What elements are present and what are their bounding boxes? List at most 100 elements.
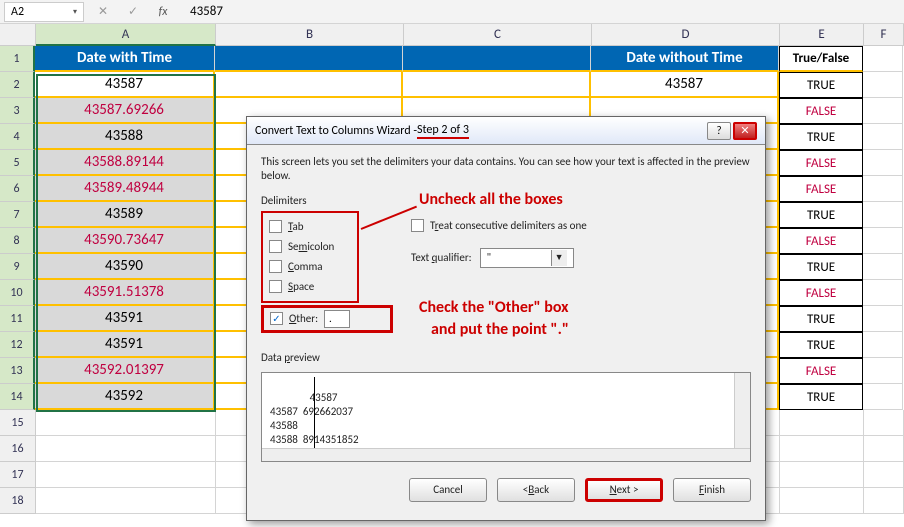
- cell[interactable]: FALSE: [779, 358, 863, 384]
- cell[interactable]: [863, 98, 903, 124]
- cell[interactable]: FALSE: [779, 176, 863, 202]
- dialog-titlebar[interactable]: Convert Text to Columns Wizard - Step 2 …: [247, 117, 765, 145]
- cell[interactable]: 43592: [35, 384, 215, 410]
- row-header[interactable]: 16: [0, 436, 36, 462]
- cell[interactable]: [780, 488, 864, 514]
- cell[interactable]: [863, 228, 903, 254]
- cell[interactable]: FALSE: [779, 98, 863, 124]
- cell[interactable]: 43591: [35, 332, 215, 358]
- cell[interactable]: TRUE: [779, 202, 863, 228]
- cell[interactable]: FALSE: [779, 228, 863, 254]
- col-header-C[interactable]: C: [404, 24, 592, 46]
- col-header-B[interactable]: B: [216, 24, 404, 46]
- cell[interactable]: 43592.01397: [35, 358, 215, 384]
- tab-checkbox[interactable]: [269, 220, 282, 233]
- qualifier-select[interactable]: " ▼: [480, 248, 574, 268]
- cell[interactable]: [215, 72, 403, 98]
- row-header[interactable]: 17: [0, 462, 36, 488]
- cell[interactable]: TRUE: [779, 384, 863, 410]
- cell[interactable]: [863, 176, 903, 202]
- cell[interactable]: 43590.73647: [35, 228, 215, 254]
- finish-button[interactable]: Finish: [673, 478, 751, 502]
- cell[interactable]: [863, 280, 903, 306]
- cell-A1[interactable]: Date with Time: [35, 46, 215, 72]
- cell[interactable]: [863, 124, 903, 150]
- cell[interactable]: [36, 436, 216, 462]
- cell[interactable]: [403, 72, 591, 98]
- cell-D1[interactable]: Date without Time: [591, 46, 779, 72]
- cell[interactable]: [863, 150, 903, 176]
- next-button[interactable]: Next >: [585, 478, 663, 502]
- cell[interactable]: [864, 488, 904, 514]
- cell-B1[interactable]: [215, 46, 403, 72]
- row-header[interactable]: 11: [0, 306, 35, 332]
- formula-value[interactable]: 43587: [182, 4, 900, 19]
- row-header[interactable]: 2: [0, 72, 35, 98]
- cell[interactable]: TRUE: [779, 254, 863, 280]
- dropdown-icon[interactable]: ▼: [551, 250, 567, 266]
- preview-hscrollbar[interactable]: [262, 448, 750, 462]
- semicolon-checkbox[interactable]: [269, 240, 282, 253]
- fx-icon[interactable]: fx: [152, 1, 174, 23]
- cell[interactable]: [780, 410, 864, 436]
- cell[interactable]: TRUE: [779, 306, 863, 332]
- space-checkbox[interactable]: [269, 280, 282, 293]
- cell[interactable]: 43587: [35, 72, 215, 98]
- cell[interactable]: [864, 410, 904, 436]
- row-header[interactable]: 1: [0, 46, 35, 72]
- cell[interactable]: [863, 254, 903, 280]
- cell-E1[interactable]: True/False: [779, 46, 863, 72]
- help-button[interactable]: ?: [707, 122, 731, 140]
- cell[interactable]: [863, 358, 903, 384]
- cell[interactable]: [36, 488, 216, 514]
- col-header-D[interactable]: D: [592, 24, 780, 46]
- cell[interactable]: 43587.69266: [35, 98, 215, 124]
- name-box[interactable]: A2 ▾: [4, 2, 84, 22]
- cell[interactable]: 43588.89144: [35, 150, 215, 176]
- row-header[interactable]: 6: [0, 176, 35, 202]
- cell[interactable]: 43589: [35, 202, 215, 228]
- row-header[interactable]: 4: [0, 124, 35, 150]
- row-header[interactable]: 7: [0, 202, 35, 228]
- back-button[interactable]: < Back: [497, 478, 575, 502]
- row-header[interactable]: 14: [0, 384, 35, 410]
- cell[interactable]: [863, 332, 903, 358]
- cell[interactable]: [36, 410, 216, 436]
- cell[interactable]: FALSE: [779, 150, 863, 176]
- row-header[interactable]: 18: [0, 488, 36, 514]
- cell[interactable]: [864, 462, 904, 488]
- col-header-A[interactable]: A: [36, 24, 216, 46]
- row-header[interactable]: 3: [0, 98, 35, 124]
- row-header[interactable]: 13: [0, 358, 35, 384]
- col-header-F[interactable]: F: [864, 24, 904, 46]
- cell[interactable]: TRUE: [779, 124, 863, 150]
- cell[interactable]: 43587: [591, 72, 779, 98]
- consecutive-checkbox[interactable]: [411, 219, 424, 232]
- col-header-E[interactable]: E: [780, 24, 864, 46]
- row-header[interactable]: 8: [0, 228, 35, 254]
- dropdown-icon[interactable]: ▾: [73, 7, 77, 17]
- cell[interactable]: [36, 462, 216, 488]
- cell[interactable]: [780, 436, 864, 462]
- row-header[interactable]: 15: [0, 410, 36, 436]
- cell[interactable]: TRUE: [779, 72, 863, 98]
- cell[interactable]: 43588: [35, 124, 215, 150]
- cell[interactable]: TRUE: [779, 332, 863, 358]
- comma-checkbox[interactable]: [269, 260, 282, 273]
- other-checkbox[interactable]: ✓: [270, 312, 283, 325]
- cell-C1[interactable]: [403, 46, 591, 72]
- cell[interactable]: [863, 384, 903, 410]
- cell[interactable]: 43590: [35, 254, 215, 280]
- cell[interactable]: 43589.48944: [35, 176, 215, 202]
- cell[interactable]: FALSE: [779, 280, 863, 306]
- row-header[interactable]: 12: [0, 332, 35, 358]
- cell[interactable]: [863, 72, 903, 98]
- row-header[interactable]: 10: [0, 280, 35, 306]
- close-button[interactable]: ✕: [733, 122, 757, 140]
- cell[interactable]: 43591: [35, 306, 215, 332]
- other-input[interactable]: [324, 310, 350, 328]
- cell[interactable]: [780, 462, 864, 488]
- cell[interactable]: [863, 306, 903, 332]
- row-header[interactable]: 5: [0, 150, 35, 176]
- select-all-corner[interactable]: [0, 24, 36, 46]
